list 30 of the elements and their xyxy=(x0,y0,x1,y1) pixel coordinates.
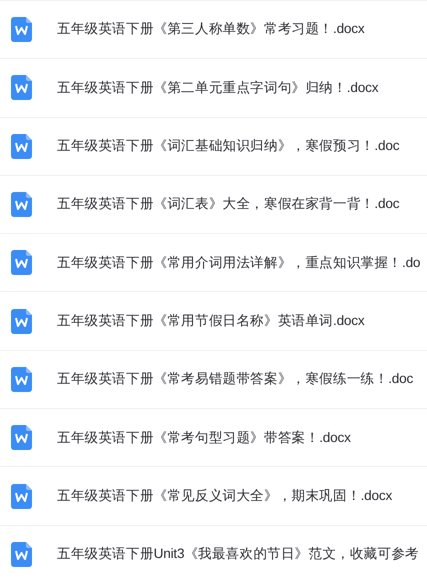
file-name: 五年级英语下册《常考句型习题》带答案！.docx xyxy=(57,428,351,447)
document-icon xyxy=(11,484,32,509)
file-name: 五年级英语下册《词汇表》大全，寒假在家背一背！.doc xyxy=(57,195,400,214)
file-row[interactable]: 五年级英语下册《词汇基础知识归纳》，寒假预习！.doc xyxy=(0,116,427,175)
file-name: 五年级英语下册《词汇基础知识归纳》，寒假预习！.doc xyxy=(57,137,400,156)
file-name: 五年级英语下册Unit3《我最喜欢的节日》范文，收藏可参考 xyxy=(57,545,419,564)
file-row[interactable]: 五年级英语下册《第二单元重点字词句》归纳！.docx xyxy=(0,58,427,117)
file-name: 五年级英语下册《常考易错题带答案》，寒假练一练！.doc xyxy=(57,370,414,388)
document-icon xyxy=(11,134,32,159)
file-name: 五年级英语下册《常见反义词大全》，期末巩固！.docx xyxy=(57,486,392,505)
file-name: 五年级英语下册《第二单元重点字词句》归纳！.docx xyxy=(57,78,378,97)
file-name: 五年级英语下册《常用介词用法详解》，重点知识掌握！.do xyxy=(57,254,420,272)
document-icon xyxy=(11,75,32,100)
document-icon xyxy=(11,17,32,42)
file-name: 五年级英语下册《第三人称单数》常考习题！.docx xyxy=(57,20,364,38)
file-name: 五年级英语下册《常用节假日名称》英语单词.docx xyxy=(57,312,364,330)
file-row[interactable]: 五年级英语下册《常考易错题带答案》，寒假练一练！.doc xyxy=(0,350,427,408)
file-row[interactable]: 五年级英语下册《常用介词用法详解》，重点知识掌握！.do xyxy=(0,233,427,292)
document-icon xyxy=(11,250,32,276)
document-icon xyxy=(11,308,32,334)
file-row[interactable]: 五年级英语下册Unit3《我最喜欢的节日》范文，收藏可参考 xyxy=(0,524,427,578)
document-icon xyxy=(11,425,32,450)
document-icon xyxy=(11,192,32,218)
file-row[interactable]: 五年级英语下册《常用节假日名称》英语单词.docx xyxy=(0,291,427,350)
file-row[interactable]: 五年级英语下册《常考句型习题》带答案！.docx xyxy=(0,408,427,466)
document-icon xyxy=(11,542,32,567)
file-row[interactable]: 五年级英语下册《第三人称单数》常考习题！.docx xyxy=(0,0,427,58)
file-row[interactable]: 五年级英语下册《词汇表》大全，寒假在家背一背！.doc xyxy=(0,174,427,234)
document-icon xyxy=(11,366,32,392)
file-row[interactable]: 五年级英语下册《常见反义词大全》，期末巩固！.docx xyxy=(0,466,427,525)
